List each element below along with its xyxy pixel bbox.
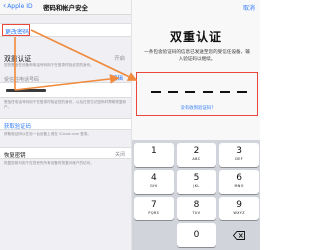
redacted-phone-number	[6, 89, 46, 92]
code-digit-slots	[151, 91, 247, 93]
get-code-label: 获取验证码	[4, 124, 31, 130]
code-digit-slot	[219, 91, 230, 93]
code-digit-slot	[185, 91, 196, 93]
code-digit-slot	[168, 91, 179, 93]
settings-screen: ‹ Apple ID 密码和帐户安全 更改密码 双重认证 开启 您的受信任设备和…	[0, 0, 131, 250]
recovery-key-status: 关闭	[114, 152, 125, 158]
cancel-button[interactable]: 取消	[243, 3, 255, 12]
key-1[interactable]: 1	[134, 143, 174, 167]
get-code-row[interactable]: 获取验证码	[0, 118, 131, 130]
edit-button[interactable]: 编辑	[112, 74, 123, 82]
keypad-blank	[134, 223, 174, 247]
key-4[interactable]: 4 GHI	[134, 169, 174, 194]
key-9[interactable]: 9 WXYZ	[219, 196, 259, 221]
key-8[interactable]: 8 TUV	[176, 196, 217, 221]
delete-key[interactable]	[219, 223, 259, 247]
numeric-keypad: 1 2 ABC 3 DEF 4 GHI 5 JKL 6 MNO 7 PQRS 8 TUV 9W…	[132, 140, 260, 250]
recovery-key-row[interactable]: 恢复密钥 关闭	[0, 147, 131, 159]
code-entry-box[interactable]: 没有收到验证码?	[136, 72, 258, 116]
two-factor-title: 双重认证	[4, 55, 32, 63]
code-digit-slot	[202, 91, 213, 93]
code-digit-slot	[151, 91, 161, 93]
key-7[interactable]: 7 PQRS	[134, 196, 174, 221]
two-factor-description: 您的受信任设备和电话号码用于在登录时验证您的身份。	[4, 63, 94, 67]
two-factor-status: 开启	[114, 56, 125, 62]
nav-bar: ‹ Apple ID 密码和帐户安全	[0, 0, 131, 15]
verification-screen: 取消 双重认证 一条包含验证码的信息已发送至您的受信任设备，输入验证码以继续。 …	[131, 0, 260, 250]
recovery-key-description: 恢复密钥可用于在您丢失所有设备时恢复对帐户的访问。	[4, 161, 94, 165]
highlight-box	[2, 24, 30, 36]
page-title: 密码和帐户安全	[43, 4, 88, 12]
recovery-key-label: 恢复密钥	[4, 153, 26, 159]
key-2[interactable]: 2 ABC	[176, 143, 217, 167]
key-5[interactable]: 5 JKL	[176, 169, 217, 194]
trusted-phone-description: 受信任电话号码用于在登录时验证您的身份，以及在您忘记密码时帮助恢复帐户。	[4, 100, 127, 109]
code-digit-slot	[236, 91, 247, 93]
key-6[interactable]: 6 MNO	[219, 169, 259, 194]
get-code-description: 获取验证码以在另一台设备上或在 iCloud.com 登录。	[4, 132, 92, 136]
key-3[interactable]: 3 DEF	[219, 143, 259, 167]
verification-instructions: 一条包含验证码的信息已发送至您的受信任设备，输入验证码以继续。	[144, 50, 250, 62]
no-code-link[interactable]: 没有收到验证码?	[137, 105, 257, 111]
backspace-icon	[233, 231, 246, 241]
verification-heading: 双重认证	[169, 30, 222, 44]
trusted-phone-row	[0, 82, 131, 98]
key-0[interactable]: 0	[176, 223, 217, 247]
